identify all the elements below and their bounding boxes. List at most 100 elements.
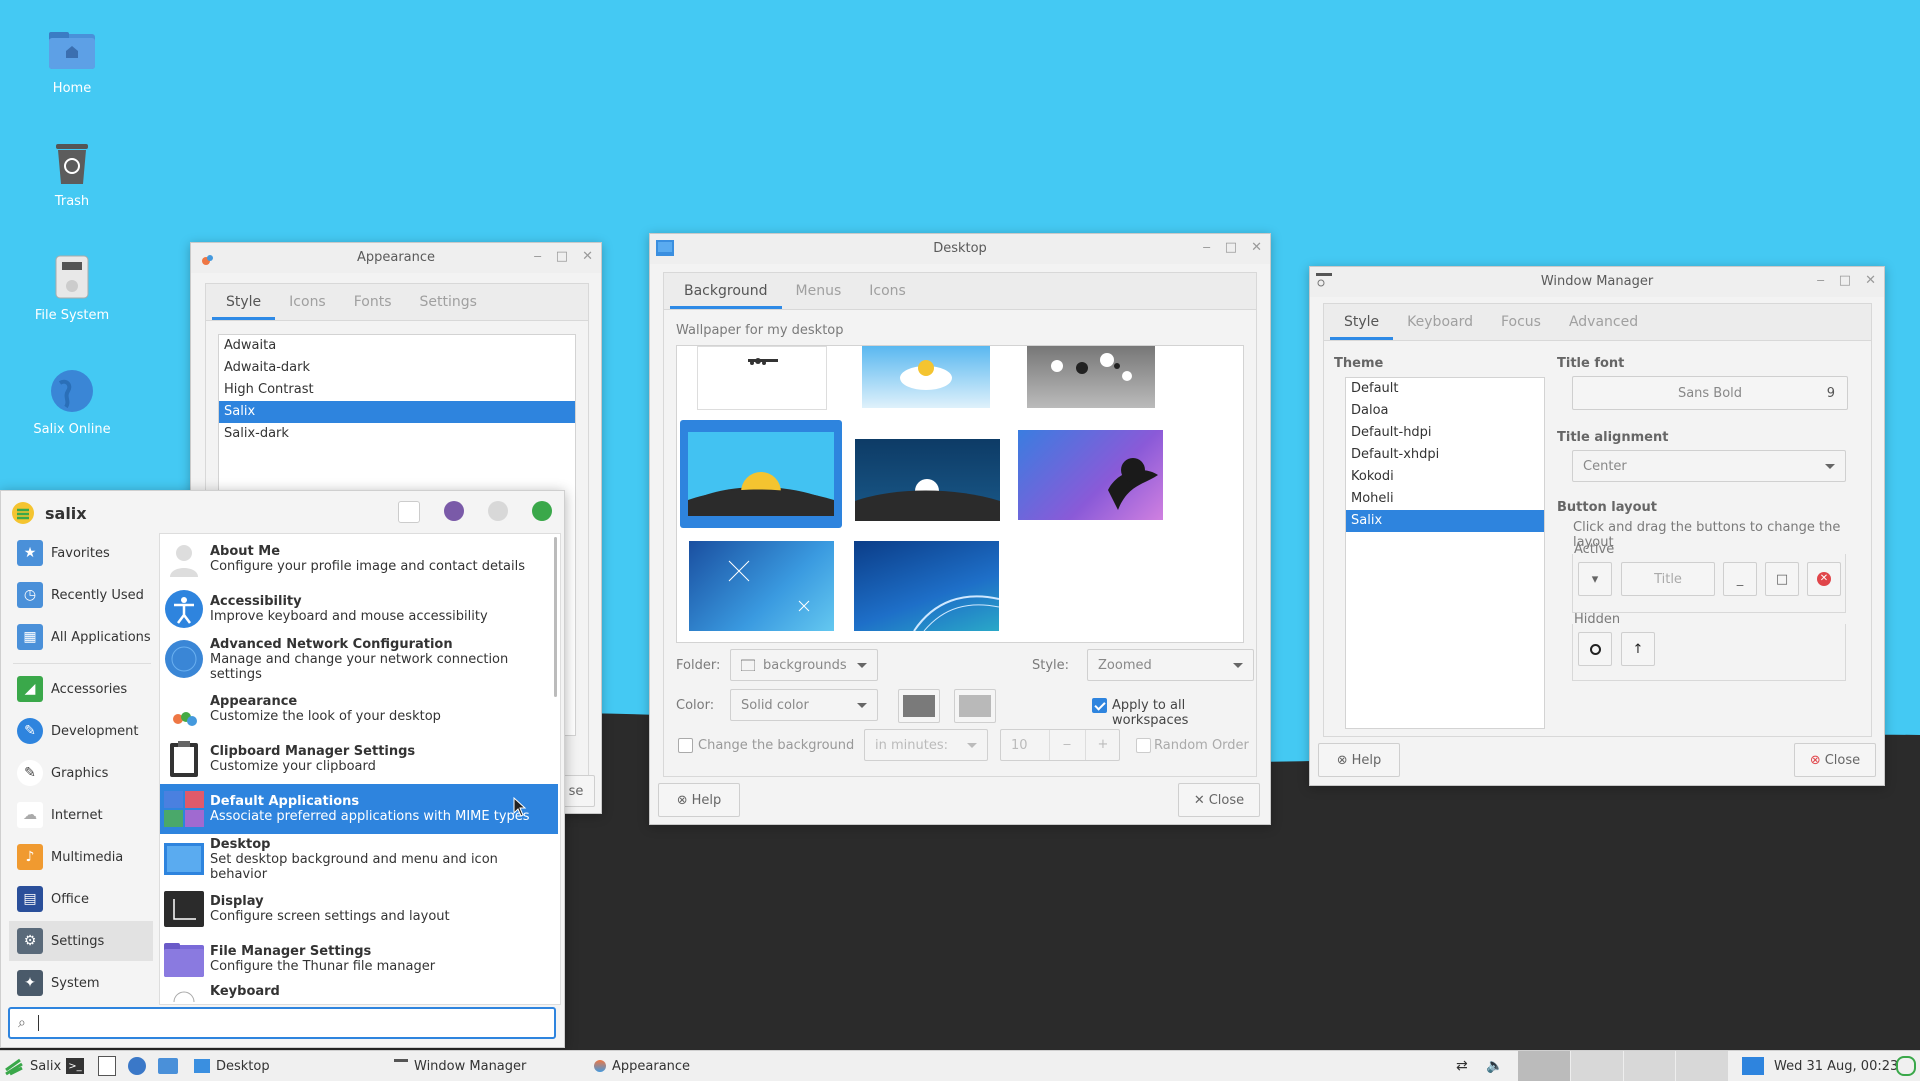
wallpaper-thumb[interactable] bbox=[1018, 430, 1163, 520]
volume-tray[interactable]: 🔈 bbox=[1486, 1051, 1503, 1081]
task-appearance[interactable]: Appearance bbox=[594, 1051, 690, 1081]
window-titlebar[interactable]: Appearance ‒ □ ✕ bbox=[191, 243, 601, 273]
search-input[interactable]: ⌕ bbox=[8, 1007, 556, 1039]
hidden-buttons-area[interactable]: ↑ bbox=[1572, 624, 1846, 681]
minimize-icon[interactable]: ‒ bbox=[534, 249, 542, 264]
category-system[interactable]: ✦ System bbox=[9, 963, 153, 1003]
theme-item[interactable]: High Contrast bbox=[219, 379, 575, 401]
editor-launcher[interactable] bbox=[98, 1051, 116, 1081]
wm-theme-list[interactable]: Default Daloa Default-hdpi Default-xhdpi… bbox=[1345, 377, 1545, 729]
logout-icon[interactable] bbox=[532, 501, 552, 521]
theme-item[interactable]: Daloa bbox=[1346, 400, 1544, 422]
title-button[interactable]: Title bbox=[1621, 562, 1715, 596]
wallpaper-thumb[interactable] bbox=[697, 346, 827, 410]
task-desktop[interactable]: Desktop bbox=[194, 1051, 384, 1081]
window-titlebar[interactable]: Desktop ‒ □ ✕ bbox=[650, 234, 1270, 264]
title-alignment-combo[interactable]: Center bbox=[1572, 450, 1846, 482]
apply-all-checkbox[interactable] bbox=[1092, 698, 1107, 713]
switch-user-icon[interactable] bbox=[488, 501, 508, 521]
app-item-file-manager[interactable]: File Manager Settings Configure the Thuna… bbox=[160, 934, 558, 984]
desktop-icon-trash[interactable]: Trash bbox=[12, 138, 132, 209]
folder-combo[interactable]: backgrounds bbox=[730, 649, 878, 681]
logout-tray[interactable] bbox=[1896, 1051, 1916, 1081]
app-item-appearance[interactable]: Appearance Customize the look of your des… bbox=[160, 684, 558, 734]
app-item-display[interactable]: Display Configure screen settings and lay… bbox=[160, 884, 558, 934]
theme-item[interactable]: Default-xhdpi bbox=[1346, 444, 1544, 466]
maximize-button[interactable]: □ bbox=[1765, 562, 1799, 596]
active-buttons-area[interactable]: ▾ Title _ □ ✕ bbox=[1572, 554, 1846, 613]
terminal-launcher[interactable]: >_ bbox=[66, 1051, 84, 1081]
wallpaper-thumb[interactable] bbox=[862, 346, 990, 408]
category-recently-used[interactable]: ◷ Recently Used bbox=[9, 575, 153, 615]
category-favorites[interactable]: ★ Favorites bbox=[9, 533, 153, 573]
tab-settings[interactable]: Settings bbox=[406, 294, 491, 320]
category-settings[interactable]: ⚙ Settings bbox=[9, 921, 153, 961]
workspace-switcher[interactable] bbox=[1518, 1051, 1728, 1081]
wallpaper-thumb[interactable] bbox=[1027, 346, 1155, 408]
color2-button[interactable] bbox=[954, 689, 996, 723]
window-titlebar[interactable]: Window Manager ‒ □ ✕ bbox=[1310, 267, 1884, 297]
tab-advanced[interactable]: Advanced bbox=[1555, 314, 1652, 340]
maximize-icon[interactable]: □ bbox=[1225, 240, 1237, 255]
close-button[interactable]: ✕ Close bbox=[1178, 783, 1260, 817]
app-list-scrollbar[interactable] bbox=[554, 537, 557, 697]
category-multimedia[interactable]: ♪ Multimedia bbox=[9, 837, 153, 877]
help-button[interactable]: ⊗ Help bbox=[1318, 743, 1400, 777]
browser-launcher[interactable] bbox=[128, 1051, 146, 1081]
settings-manager-icon[interactable] bbox=[398, 501, 420, 523]
app-item-advanced-network[interactable]: Advanced Network Configuration Manage and… bbox=[160, 634, 558, 684]
wallpaper-thumb[interactable] bbox=[689, 541, 834, 631]
theme-item[interactable]: Moheli bbox=[1346, 488, 1544, 510]
category-office[interactable]: ▤ Office bbox=[9, 879, 153, 919]
increment-button[interactable]: + bbox=[1085, 730, 1120, 760]
category-all-applications[interactable]: ▦ All Applications bbox=[9, 617, 153, 657]
interval-spin[interactable]: 10 ‒ + bbox=[1000, 729, 1120, 761]
app-item-about-me[interactable]: About Me Configure your profile image and… bbox=[160, 534, 558, 584]
workspace-2[interactable] bbox=[1569, 1051, 1623, 1081]
task-window-manager[interactable]: Window Manager bbox=[394, 1051, 526, 1081]
theme-item-selected[interactable]: Salix bbox=[1346, 510, 1544, 532]
tab-style[interactable]: Style bbox=[212, 294, 276, 320]
start-button[interactable]: Salix bbox=[4, 1051, 61, 1081]
wallpaper-thumb-selected[interactable] bbox=[680, 420, 842, 528]
category-internet[interactable]: ☁ Internet bbox=[9, 795, 153, 835]
network-tray[interactable]: ⇄ bbox=[1456, 1051, 1468, 1081]
minimize-icon[interactable]: ‒ bbox=[1817, 273, 1825, 288]
desktop-icon-home[interactable]: Home bbox=[12, 25, 132, 96]
interval-unit-combo[interactable]: in minutes: bbox=[864, 729, 988, 761]
category-graphics[interactable]: ✎ Graphics bbox=[9, 753, 153, 793]
workspace-4[interactable] bbox=[1675, 1051, 1728, 1081]
style-combo[interactable]: Zoomed bbox=[1087, 649, 1254, 681]
tab-focus[interactable]: Focus bbox=[1487, 314, 1555, 340]
theme-item[interactable]: Default bbox=[1346, 378, 1544, 400]
theme-item-selected[interactable]: Salix bbox=[219, 401, 575, 423]
theme-item[interactable]: Adwaita-dark bbox=[219, 357, 575, 379]
change-bg-checkbox[interactable] bbox=[678, 738, 693, 753]
tab-keyboard[interactable]: Keyboard bbox=[1393, 314, 1487, 340]
shade-button[interactable]: ↑ bbox=[1621, 632, 1655, 666]
close-icon[interactable]: ✕ bbox=[582, 249, 593, 264]
close-icon[interactable]: ✕ bbox=[1251, 240, 1262, 255]
menu-button[interactable]: ▾ bbox=[1578, 562, 1612, 596]
workspace-3[interactable] bbox=[1622, 1051, 1676, 1081]
wallpaper-thumb[interactable] bbox=[855, 439, 1000, 521]
workspace-1[interactable] bbox=[1518, 1051, 1570, 1081]
theme-item[interactable]: Adwaita bbox=[219, 335, 575, 357]
tab-background[interactable]: Background bbox=[670, 283, 782, 309]
maximize-icon[interactable]: □ bbox=[1839, 273, 1851, 288]
desktop-icon-filesystem[interactable]: File System bbox=[12, 252, 132, 323]
file-manager-launcher[interactable] bbox=[158, 1051, 178, 1081]
app-item-accessibility[interactable]: Accessibility Improve keyboard and mouse … bbox=[160, 584, 558, 634]
maximize-icon[interactable]: □ bbox=[556, 249, 568, 264]
minimize-button[interactable]: _ bbox=[1723, 562, 1757, 596]
close-button[interactable]: ✕ bbox=[1807, 562, 1841, 596]
decrement-button[interactable]: ‒ bbox=[1049, 730, 1084, 760]
category-development[interactable]: ✎ Development bbox=[9, 711, 153, 751]
clock[interactable]: Wed 31 Aug, 00:23 bbox=[1774, 1051, 1898, 1081]
tab-icons[interactable]: Icons bbox=[275, 294, 340, 320]
help-button[interactable]: ⊗ Help bbox=[658, 783, 740, 817]
theme-item[interactable]: Kokodi bbox=[1346, 466, 1544, 488]
tab-icons[interactable]: Icons bbox=[855, 283, 920, 309]
color-combo[interactable]: Solid color bbox=[730, 689, 878, 721]
color1-button[interactable] bbox=[898, 689, 940, 723]
